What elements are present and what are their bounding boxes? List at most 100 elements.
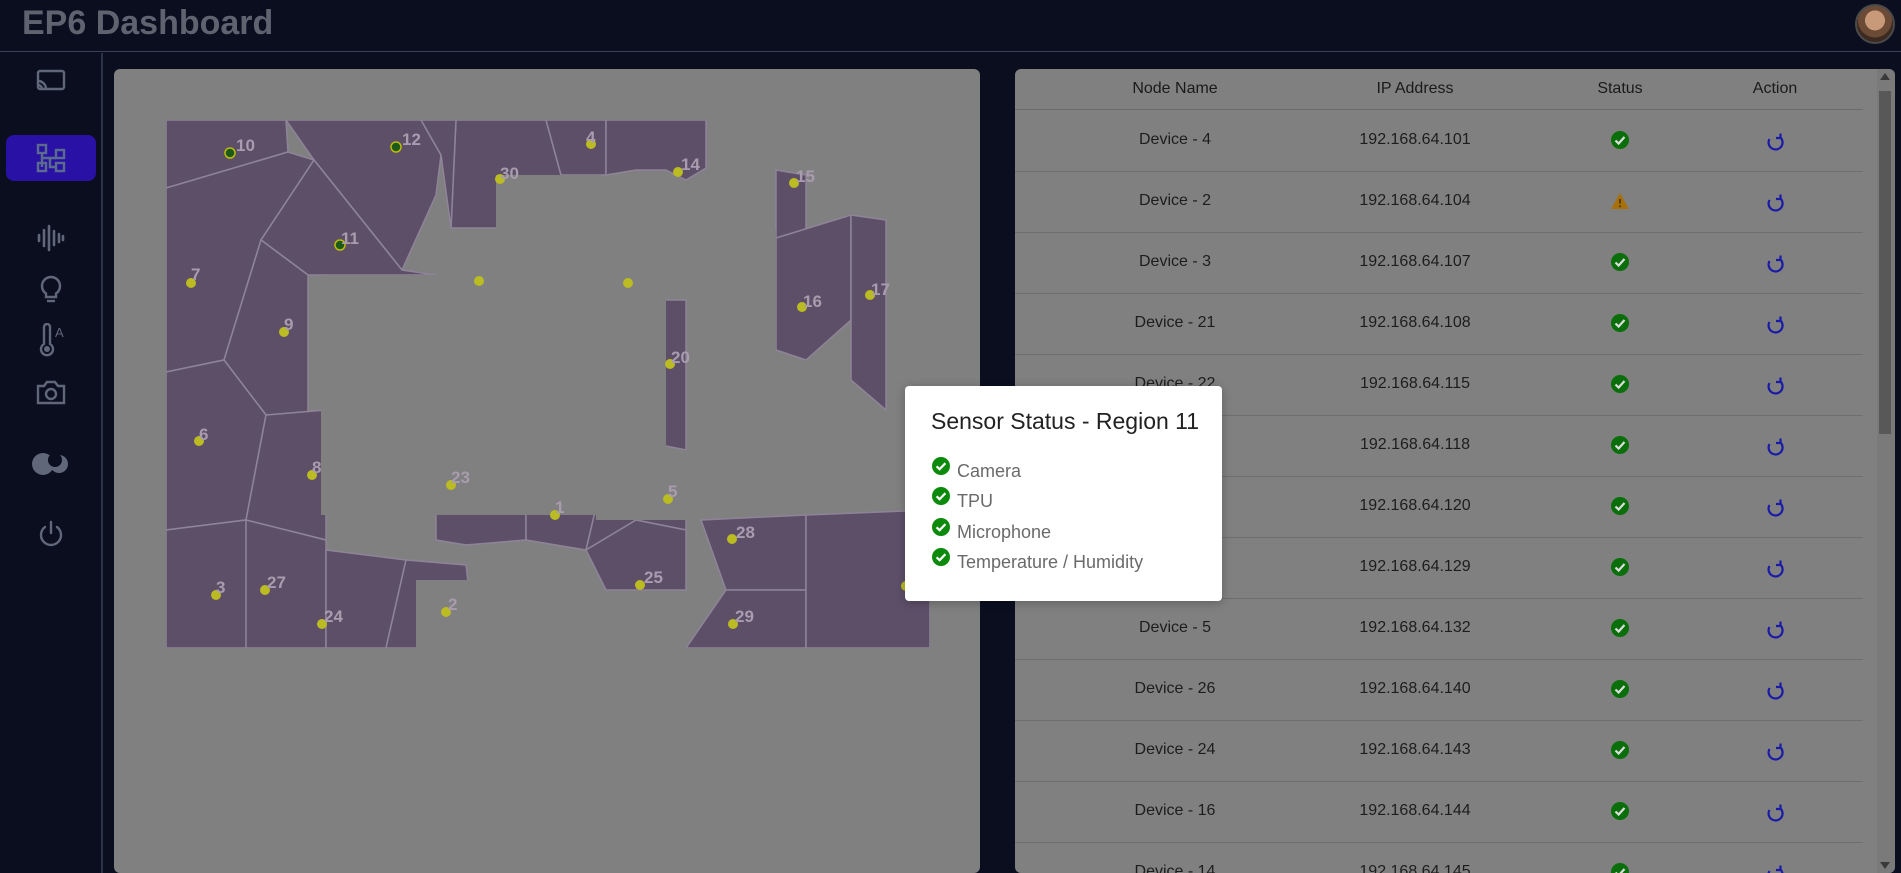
popup-title: Sensor Status - Region 11 xyxy=(931,408,1200,434)
region-label: 23 xyxy=(451,468,470,487)
restart-icon[interactable] xyxy=(1764,314,1786,336)
audio-wave-icon xyxy=(37,224,65,252)
node-name-cell: Device - 2 xyxy=(1138,192,1212,209)
map-region xyxy=(850,214,887,412)
cast-icon xyxy=(36,69,66,91)
ip-address-cell: 192.168.64.132 xyxy=(1359,619,1471,636)
ip-address-cell: 192.168.64.143 xyxy=(1359,741,1471,758)
map-region xyxy=(775,213,852,361)
header-status[interactable]: Status xyxy=(1560,80,1680,98)
scroll-up-arrow[interactable] xyxy=(1880,73,1890,80)
nav-temperature[interactable]: A xyxy=(6,317,96,363)
map-region xyxy=(245,519,327,648)
sensor-status-popup: Sensor Status - Region 11 Camera TPU Micro… xyxy=(905,386,1222,601)
table-row[interactable]: Device - 2 192.168.64.104 xyxy=(1015,172,1863,233)
region-label: 1 xyxy=(555,498,564,517)
node-name-cell: Device - 14 xyxy=(1134,863,1216,873)
region-label: 24 xyxy=(324,607,343,626)
map-card: 10 12 4 30 14 15 11 7 9 16 17 20 6 8 23 … xyxy=(114,69,980,873)
table-row[interactable]: Device - 24 192.168.64.143 xyxy=(1015,721,1863,782)
table-scrollbar[interactable] xyxy=(1877,69,1895,873)
region-label: 8 xyxy=(312,458,321,477)
region-label: 11 xyxy=(341,229,359,248)
status-ok-icon xyxy=(1609,556,1631,578)
node-name-cell: Device - 21 xyxy=(1134,314,1216,331)
sensor-status-item: Temperature / Humidity xyxy=(931,548,1143,572)
sensor-label: Temperature / Humidity xyxy=(957,552,1144,572)
nav-camera[interactable] xyxy=(6,369,96,415)
network-map-icon xyxy=(36,143,66,173)
ip-address-cell: 192.168.64.140 xyxy=(1359,680,1471,697)
node-name-cell: Device - 26 xyxy=(1134,680,1216,697)
region-label: 27 xyxy=(267,573,286,592)
nav-lighting[interactable] xyxy=(6,267,96,313)
svg-text:A: A xyxy=(55,325,64,340)
restart-icon[interactable] xyxy=(1764,436,1786,458)
header-ip-address[interactable]: IP Address xyxy=(1305,80,1525,98)
region-label: 7 xyxy=(191,265,200,284)
nav-network-map[interactable] xyxy=(6,135,96,181)
node-name-cell: Device - 5 xyxy=(1138,619,1212,636)
node-name-cell: Device - 3 xyxy=(1138,253,1212,270)
table-row[interactable]: Device - 3 192.168.64.107 xyxy=(1015,233,1863,294)
main-content: 10 12 4 30 14 15 11 7 9 16 17 20 6 8 23 … xyxy=(104,53,1901,873)
ip-address-cell: 192.168.64.101 xyxy=(1359,131,1471,148)
region-label: 16 xyxy=(803,292,822,311)
region-label: 9 xyxy=(284,315,293,334)
region-label: 29 xyxy=(735,607,754,626)
nav-theme-toggle[interactable] xyxy=(6,441,96,487)
ip-address-cell: 192.168.64.115 xyxy=(1359,375,1471,392)
restart-icon[interactable] xyxy=(1764,497,1786,519)
restart-icon[interactable] xyxy=(1764,192,1786,214)
ip-address-cell: 192.168.64.129 xyxy=(1359,558,1471,575)
sensor-status-item: Microphone xyxy=(931,517,1051,542)
nav-audio[interactable] xyxy=(6,215,96,261)
region-label: 2 xyxy=(448,595,457,614)
region-label: 14 xyxy=(681,155,700,174)
nav-cast[interactable] xyxy=(6,59,96,105)
node-name-cell: Device - 4 xyxy=(1138,131,1212,148)
ip-address-cell: 192.168.64.104 xyxy=(1359,192,1471,209)
check-circle-icon xyxy=(931,486,951,511)
status-ok-icon xyxy=(1609,129,1631,151)
status-ok-icon xyxy=(1609,312,1631,334)
theme-toggle-icon xyxy=(32,453,68,475)
ip-address-cell: 192.168.64.118 xyxy=(1359,436,1471,453)
header-action: Action xyxy=(1752,80,1798,97)
region-label: 6 xyxy=(199,425,208,444)
status-ok-icon xyxy=(1609,800,1631,822)
table-row[interactable]: Device - 16 192.168.64.144 xyxy=(1015,782,1863,843)
restart-icon[interactable] xyxy=(1764,253,1786,275)
ip-address-cell: 192.168.64.144 xyxy=(1359,802,1471,819)
user-avatar[interactable] xyxy=(1855,4,1895,44)
header-node-name[interactable]: Node Name xyxy=(1065,80,1285,98)
status-ok-icon xyxy=(1609,678,1631,700)
restart-icon[interactable] xyxy=(1764,131,1786,153)
check-circle-icon xyxy=(931,456,951,481)
restart-icon[interactable] xyxy=(1764,619,1786,641)
region-label: 12 xyxy=(402,130,421,149)
region-label: 25 xyxy=(644,568,663,587)
restart-icon[interactable] xyxy=(1764,741,1786,763)
sensor-status-item: TPU xyxy=(931,487,993,511)
table-row[interactable]: Device - 14 192.168.64.145 xyxy=(1015,843,1863,873)
restart-icon[interactable] xyxy=(1764,802,1786,824)
table-row[interactable]: Device - 26 192.168.64.140 xyxy=(1015,660,1863,721)
restart-icon[interactable] xyxy=(1764,375,1786,397)
sensor-label: Camera xyxy=(957,460,1022,481)
sensor-status-item: Camera xyxy=(931,456,1022,481)
table-row[interactable]: Device - 4 192.168.64.101 xyxy=(1015,111,1863,172)
scroll-thumb[interactable] xyxy=(1879,91,1891,434)
table-row[interactable]: Device - 21 192.168.64.108 xyxy=(1015,294,1863,355)
restart-icon[interactable] xyxy=(1764,863,1786,873)
scroll-down-arrow[interactable] xyxy=(1880,862,1890,869)
table-row[interactable]: Device - 5 192.168.64.132 xyxy=(1015,599,1863,660)
nav-power[interactable] xyxy=(6,511,96,557)
region-label: 10 xyxy=(236,136,255,155)
region-label: 28 xyxy=(736,523,755,542)
restart-icon[interactable] xyxy=(1764,680,1786,702)
status-ok-icon xyxy=(1609,251,1631,273)
region-label: 3 xyxy=(216,578,225,597)
ip-address-cell: 192.168.64.107 xyxy=(1359,253,1471,270)
restart-icon[interactable] xyxy=(1764,558,1786,580)
